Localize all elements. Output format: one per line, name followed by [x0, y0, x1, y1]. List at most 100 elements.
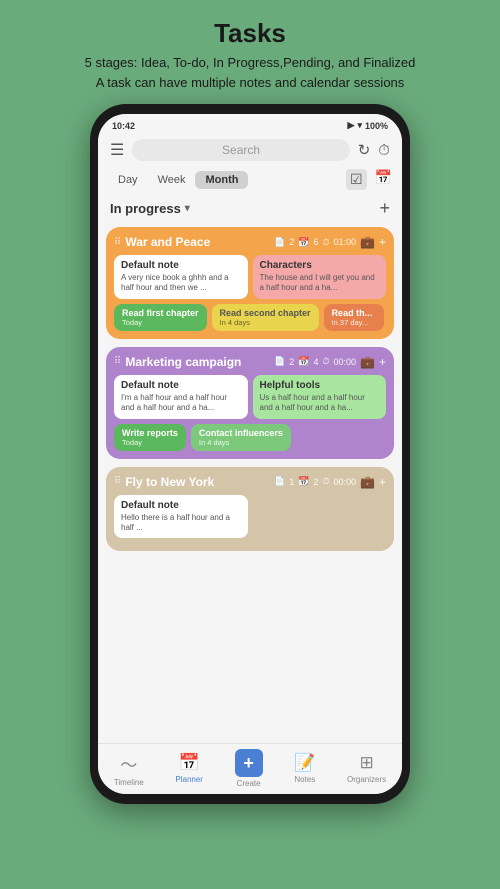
check-calendar-icon[interactable]: ☑ — [346, 169, 367, 190]
sessions-count-icon: 📆 — [298, 237, 309, 248]
task-time-2: 00:00 — [334, 357, 357, 367]
tab-month[interactable]: Month — [195, 171, 248, 189]
sessions-count: 6 — [313, 237, 318, 247]
page-title: Tasks — [85, 18, 416, 49]
section-add-button[interactable]: + — [379, 198, 390, 219]
nav-organizers[interactable]: ⊞ Organizers — [347, 753, 386, 784]
task-time: 01:00 — [334, 237, 357, 247]
sessions-count-2: 4 — [313, 357, 318, 367]
scroll-content: ⠿ War and Peace 📄 2 📆 6 ⏱ 01:00 💼 + — [98, 223, 402, 743]
task-card-fly-newyork: ⠿ Fly to New York 📄 1 📆 2 ⏱ 00:00 💼 + — [106, 467, 394, 552]
task-add-icon-2[interactable]: + — [379, 355, 386, 369]
section-title: In progress ▾ — [110, 201, 190, 216]
sessions-count-3: 2 — [313, 477, 318, 487]
sessions-row-marketing: Write reports Today Contact influencers … — [114, 424, 386, 451]
task-war-peace-header: ⠿ War and Peace 📄 2 📆 6 ⏱ 01:00 💼 + — [114, 235, 386, 249]
page-header: Tasks 5 stages: Idea, To-do, In Progress… — [85, 18, 416, 92]
status-right: ▶ ▾ 100% — [348, 120, 388, 131]
bottom-nav: 〜 Timeline 📅 Planner + Create 📝 Notes — [98, 743, 402, 794]
notes-count: 2 — [289, 237, 294, 247]
drag-handle-icon-3[interactable]: ⠿ — [114, 476, 121, 487]
task-action-icons-3: 💼 + — [360, 475, 386, 489]
notes-count-icon: 📄 — [274, 237, 285, 248]
battery-text: 100% — [365, 121, 388, 131]
notes-count-icon-2: 📄 — [274, 356, 285, 367]
task-title-fly: Fly to New York — [125, 475, 274, 489]
nav-timeline[interactable]: 〜 Timeline — [114, 751, 144, 787]
task-time-3: 00:00 — [334, 477, 357, 487]
section-dropdown-arrow[interactable]: ▾ — [185, 203, 190, 214]
nav-notes[interactable]: 📝 Notes — [294, 753, 315, 784]
nav-planner-label: Planner — [175, 775, 203, 784]
search-box[interactable]: Search — [132, 139, 349, 161]
task-add-icon-3[interactable]: + — [379, 475, 386, 489]
note-characters[interactable]: Characters The house and I will get you … — [253, 255, 387, 299]
create-button[interactable]: + — [235, 749, 263, 777]
nav-notes-label: Notes — [294, 775, 315, 784]
planner-icon: 📅 — [179, 753, 200, 772]
period-right-icons: ☑ 📅 — [346, 169, 392, 190]
organizers-icon: ⊞ — [359, 753, 373, 773]
nav-create[interactable]: + Create — [235, 749, 263, 788]
task-meta-war-peace: 📄 2 📆 6 ⏱ 01:00 — [274, 237, 356, 248]
calendar-icon[interactable]: 📅 — [375, 169, 392, 190]
note-characters-title: Characters — [260, 260, 380, 271]
phone-notch — [210, 104, 290, 114]
task-action-icons: 💼 + — [360, 235, 386, 249]
top-bar: ☰ Search ↻ ⏱ — [98, 135, 402, 167]
time-icon-3: ⏱ — [322, 476, 329, 487]
note-default-3-text: Hello there is a half hour and a half ..… — [121, 513, 241, 534]
nav-planner[interactable]: 📅 Planner — [175, 753, 203, 784]
briefcase-icon[interactable]: 💼 — [360, 235, 375, 249]
note-default-2[interactable]: Default note I'm a half hour and a half … — [114, 375, 248, 419]
note-default[interactable]: Default note A very nice book a ghhh and… — [114, 255, 248, 299]
page-subtitle: 5 stages: Idea, To-do, In Progress,Pendi… — [85, 53, 416, 92]
session-read-third[interactable]: Read th... In 37 day... — [324, 304, 384, 331]
status-bar: 10:42 ▶ ▾ 100% — [98, 114, 402, 135]
timer-icon[interactable]: ⏱ — [378, 142, 390, 159]
briefcase-icon-3[interactable]: 💼 — [360, 475, 375, 489]
tab-day[interactable]: Day — [108, 171, 148, 189]
section-header: In progress ▾ + — [98, 194, 402, 223]
notes-count-icon-3: 📄 — [274, 476, 285, 487]
note-helpful[interactable]: Helpful tools Us a half hour and a half … — [253, 375, 387, 419]
hamburger-icon[interactable]: ☰ — [110, 140, 124, 160]
session-read-first[interactable]: Read first chapter Today — [114, 304, 207, 331]
task-meta-marketing: 📄 2 📆 4 ⏱ 00:00 — [274, 356, 356, 367]
nav-organizers-label: Organizers — [347, 775, 386, 784]
note-default-3[interactable]: Default note Hello there is a half hour … — [114, 495, 248, 539]
notes-grid-fly: Default note Hello there is a half hour … — [114, 495, 386, 539]
session-write[interactable]: Write reports Today — [114, 424, 186, 451]
note-characters-text: The house and I will get you and a half … — [260, 273, 380, 294]
task-card-marketing: ⠿ Marketing campaign 📄 2 📆 4 ⏱ 00:00 💼 + — [106, 347, 394, 459]
note-default-2-text: I'm a half hour and a half hour and a ha… — [121, 393, 241, 414]
wifi-icon: ▾ — [357, 120, 362, 131]
task-marketing-header: ⠿ Marketing campaign 📄 2 📆 4 ⏱ 00:00 💼 + — [114, 355, 386, 369]
top-icons: ↻ ⏱ — [358, 141, 390, 159]
tab-week[interactable]: Week — [148, 171, 196, 189]
briefcase-icon-2[interactable]: 💼 — [360, 355, 375, 369]
sessions-row-war-peace: Read first chapter Today Read second cha… — [114, 304, 386, 331]
signal-icon: ▶ — [348, 120, 355, 131]
notes-grid-war-peace: Default note A very nice book a ghhh and… — [114, 255, 386, 299]
note-default-title: Default note — [121, 260, 241, 271]
refresh-icon[interactable]: ↻ — [358, 141, 371, 159]
task-title-marketing: Marketing campaign — [125, 355, 274, 369]
sessions-count-icon-2: 📆 — [298, 356, 309, 367]
task-card-war-peace: ⠿ War and Peace 📄 2 📆 6 ⏱ 01:00 💼 + — [106, 227, 394, 339]
task-meta-fly: 📄 1 📆 2 ⏱ 00:00 — [274, 476, 356, 487]
task-add-icon[interactable]: + — [379, 235, 386, 249]
time-icon: ⏱ — [322, 237, 329, 248]
note-default-3-title: Default note — [121, 500, 241, 511]
session-contact[interactable]: Contact influencers In 4 days — [191, 424, 291, 451]
task-title-war-peace: War and Peace — [125, 235, 274, 249]
period-tabs: Day Week Month ☑ 📅 — [98, 167, 402, 194]
drag-handle-icon[interactable]: ⠿ — [114, 237, 121, 248]
notes-count-3: 1 — [289, 477, 294, 487]
note-default-2-title: Default note — [121, 380, 241, 391]
phone-shell: 10:42 ▶ ▾ 100% ☰ Search ↻ ⏱ Day Week Mon… — [90, 104, 410, 804]
status-time: 10:42 — [112, 121, 135, 131]
timeline-icon: 〜 — [120, 751, 137, 776]
session-read-second[interactable]: Read second chapter In 4 days — [212, 304, 319, 331]
drag-handle-icon-2[interactable]: ⠿ — [114, 356, 121, 367]
